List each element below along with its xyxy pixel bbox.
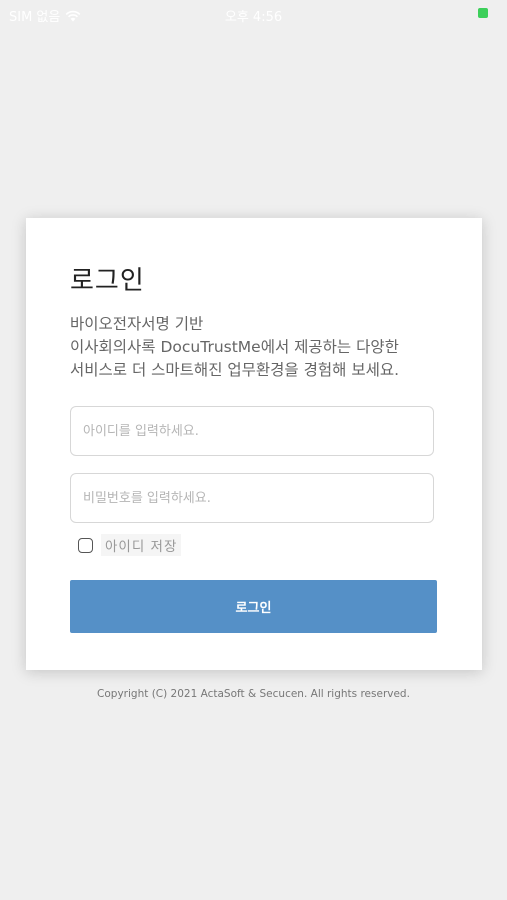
user-id-field[interactable] xyxy=(70,406,434,456)
login-card: 로그인 바이오전자서명 기반 이사회의사록 DocuTrustMe에서 제공하는… xyxy=(26,218,482,670)
description-line: 이사회의사록 DocuTrustMe에서 제공하는 다양한 xyxy=(70,338,399,356)
login-description: 바이오전자서명 기반 이사회의사록 DocuTrustMe에서 제공하는 다양한… xyxy=(70,313,470,382)
login-title: 로그인 xyxy=(70,266,145,296)
login-button[interactable]: 로그인 xyxy=(70,580,437,633)
remember-id-option[interactable]: 아이디 저장 xyxy=(78,534,182,556)
copyright-text: Copyright (C) 2021 ActaSoft & Secucen. A… xyxy=(97,688,410,700)
description-line: 서비스로 더 스마트해진 업무환경을 경험해 보세요. xyxy=(70,361,400,379)
password-field[interactable] xyxy=(70,473,434,523)
battery-icon xyxy=(478,8,488,18)
remember-id-checkbox[interactable] xyxy=(78,537,93,553)
status-time: 오후 4:56 xyxy=(224,10,283,25)
remember-id-label[interactable]: 아이디 저장 xyxy=(101,534,182,556)
status-bar: SIM 없음 오후 4:56 xyxy=(0,0,507,28)
user-id-input[interactable] xyxy=(71,407,433,455)
description-line: 바이오전자서명 기반 xyxy=(70,315,204,333)
password-input[interactable] xyxy=(71,474,433,522)
